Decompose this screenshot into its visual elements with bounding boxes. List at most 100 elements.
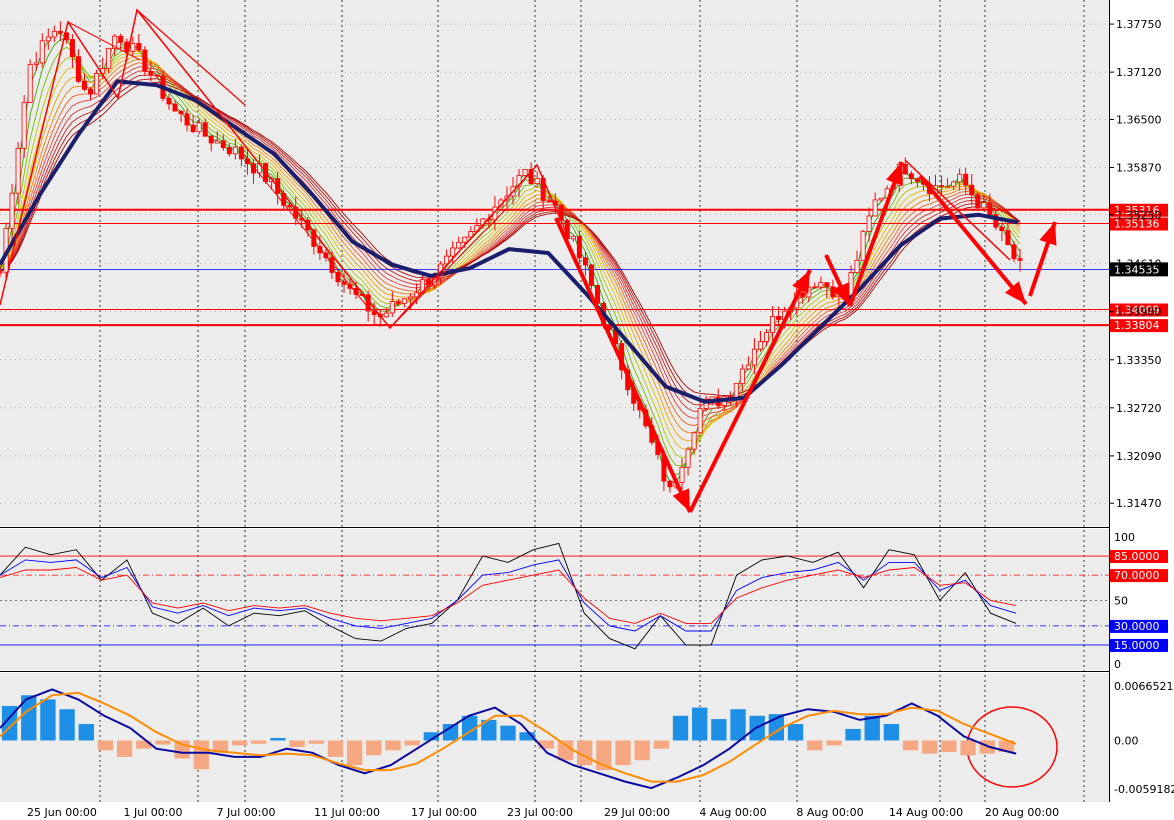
macd-histogram-bar (116, 740, 133, 757)
candle-body (371, 310, 377, 315)
candle-body (401, 298, 407, 304)
macd-histogram-bar (308, 740, 324, 744)
macd-histogram-bar (366, 740, 382, 756)
candle-body (776, 316, 782, 320)
macd-histogram-bar (500, 725, 516, 741)
macd-histogram-bar (807, 740, 823, 751)
candle-body (830, 286, 836, 298)
candle-body (751, 348, 757, 366)
x-axis-label: 1 Jul 00:00 (124, 806, 183, 819)
price-tick-label: 1.35250 (1116, 209, 1162, 222)
macd-histogram-bar (615, 740, 631, 766)
macd-histogram-bar (787, 724, 804, 741)
candle-body (178, 110, 184, 115)
price-tick-label: 1.37120 (1116, 66, 1162, 79)
candle-body (939, 185, 945, 188)
candle-body (383, 312, 389, 318)
candle-body (770, 316, 776, 334)
x-axis-label: 8 Aug 00:00 (796, 806, 863, 819)
macd-histogram-bar (730, 709, 746, 741)
x-axis-label: 14 Aug 00:00 (889, 806, 963, 819)
x-axis-label: 7 Jul 00:00 (217, 806, 276, 819)
candle-body (75, 56, 81, 82)
candle-body (106, 47, 112, 69)
candle-body (45, 36, 51, 42)
price-tick-label: 1.35870 (1116, 162, 1162, 175)
candle-body (963, 173, 969, 186)
rsi-tick-label: 50 (1114, 595, 1128, 608)
candle-body (860, 230, 866, 261)
candle-body (757, 341, 763, 350)
candle-body (1017, 258, 1023, 261)
candle-body (679, 466, 685, 483)
x-axis-label: 17 Jul 00:00 (411, 806, 477, 819)
candle-body (1011, 244, 1017, 260)
macd-histogram-bar (883, 724, 900, 741)
candle-body (9, 192, 15, 229)
candle-body (588, 264, 594, 286)
macd-histogram-bar (672, 715, 689, 741)
macd-histogram-bar (653, 740, 670, 749)
candle-body (118, 35, 124, 43)
candle-body (27, 64, 33, 103)
macd-histogram-bar (902, 740, 919, 751)
candle-body (800, 292, 806, 298)
candle-body (184, 113, 190, 126)
x-axis-label: 20 Aug 00:00 (985, 806, 1059, 819)
macd-histogram-bar (845, 728, 861, 741)
macd-histogram-bar (193, 740, 209, 770)
candle-body (957, 173, 963, 183)
candle-body (739, 368, 745, 384)
candle-body (595, 285, 601, 304)
candle-body (975, 194, 981, 209)
candle-body (287, 204, 293, 208)
candle-body (226, 147, 232, 155)
candle-body (914, 178, 920, 182)
candle-body (21, 101, 27, 149)
price-tick-label: 1.34610 (1116, 258, 1162, 271)
candle-body (0, 271, 3, 274)
macd-histogram-bar (634, 740, 650, 761)
macd-histogram-bar (289, 740, 305, 748)
candle-body (908, 173, 914, 180)
candle-body (136, 43, 142, 51)
candle-body (94, 72, 100, 95)
candle-body (142, 49, 148, 72)
macd-tick-label: 0.00 (1114, 734, 1139, 747)
macd-histogram-bar (155, 740, 171, 745)
candle-body (88, 88, 94, 95)
macd-histogram-bar (960, 740, 976, 756)
candle-body (570, 235, 576, 240)
trading-chart[interactable]: 1.353161.351361.340091.338041.34535 85.0… (0, 0, 1174, 820)
price-level-label: 1.33804 (1114, 319, 1160, 332)
macd-histogram-bar (922, 740, 938, 754)
candle-body (945, 185, 951, 188)
rsi-tick-label: 100 (1114, 531, 1135, 544)
price-tick-label: 1.31470 (1116, 497, 1162, 510)
candle-body (685, 448, 691, 468)
candle-body (407, 296, 413, 300)
candle-body (154, 74, 160, 77)
candle-body (872, 199, 878, 217)
candle-body (395, 301, 401, 304)
x-axis-label: 11 Jul 00:00 (314, 806, 380, 819)
macd-histogram-bar (404, 740, 420, 746)
candle-body (172, 103, 178, 112)
rsi-panel (0, 529, 1109, 670)
candle-body (51, 30, 57, 38)
candle-body (981, 202, 987, 209)
rsi-level-label: 85.0000 (1114, 550, 1160, 563)
macd-histogram-bar (251, 740, 267, 744)
candle-body (69, 39, 75, 57)
candle-body (208, 135, 214, 144)
candle-body (951, 181, 957, 187)
candle-body (764, 332, 770, 343)
macd-histogram-bar (346, 740, 363, 766)
macd-histogram-bar (327, 740, 344, 757)
candle-body (166, 97, 172, 105)
candle-body (848, 272, 854, 297)
candle-body (15, 147, 21, 194)
candle-body (130, 43, 136, 52)
x-axis-label: 29 Jul 00:00 (604, 806, 670, 819)
candle-body (546, 200, 552, 203)
